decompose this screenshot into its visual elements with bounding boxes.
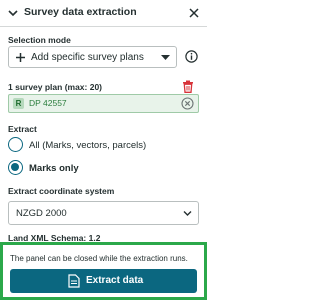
plan-list-item: R DP 42557	[8, 94, 199, 113]
extract-data-button[interactable]: Extract data	[10, 269, 197, 293]
radio-marks-only[interactable]	[8, 160, 23, 175]
info-icon[interactable]	[185, 50, 198, 63]
panel-title: Survey data extraction	[24, 6, 137, 18]
extract-data-label: Extract data	[86, 275, 144, 286]
radio-marks-only-label[interactable]: Marks only	[29, 163, 79, 174]
coord-system-select[interactable]: NZGD 2000	[8, 201, 199, 225]
radio-all[interactable]	[8, 137, 23, 152]
coord-system-label: Extract coordinate system	[8, 186, 115, 196]
plan-count-label: 1 survey plan (max: 20)	[8, 82, 103, 92]
remove-circle-icon[interactable]	[181, 97, 194, 110]
chevron-down-icon[interactable]	[6, 6, 20, 20]
selection-mode-value: Add specific survey plans	[31, 52, 144, 63]
plus-icon	[16, 53, 25, 62]
dropdown-chevron-icon	[183, 211, 192, 216]
panel-header: Survey data extraction	[0, 0, 207, 27]
plan-name: DP 42557	[29, 98, 67, 108]
radio-all-label[interactable]: All (Marks, vectors, parcels)	[29, 140, 146, 151]
selection-mode-select[interactable]: Add specific survey plans	[8, 46, 177, 68]
document-icon	[68, 274, 80, 288]
trash-icon[interactable]	[182, 80, 194, 93]
close-icon[interactable]	[187, 6, 201, 20]
radio-selected-dot	[11, 163, 19, 171]
dropdown-caret-icon	[161, 55, 170, 60]
footer-note: The panel can be closed while the extrac…	[10, 254, 188, 263]
extract-footer: The panel can be closed while the extrac…	[0, 242, 207, 300]
plan-badge: R	[13, 98, 24, 109]
selection-mode-label: Selection mode	[8, 35, 71, 45]
extract-label: Extract	[8, 124, 37, 134]
coord-system-value: NZGD 2000	[16, 208, 67, 219]
